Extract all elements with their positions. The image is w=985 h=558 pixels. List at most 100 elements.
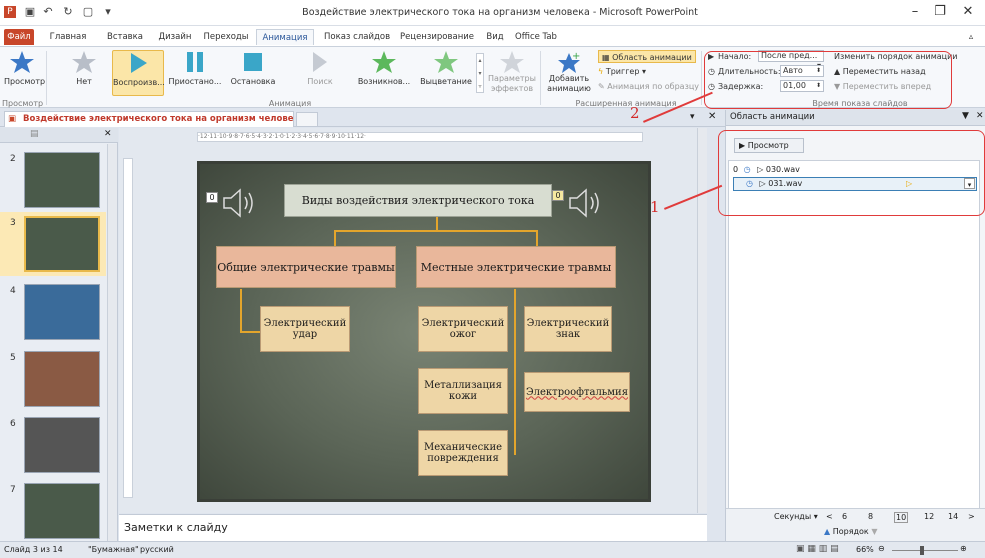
anim-pane-icon: ▦ — [602, 53, 613, 62]
anim-painter-button[interactable]: ✎ Анимация по образцу — [598, 80, 699, 93]
electric-shock-box[interactable]: Электрический удар — [260, 306, 350, 352]
separator — [46, 51, 47, 105]
thumb-header: ▤ ✕ — [0, 128, 118, 143]
anim-fade-button[interactable]: Выцветание — [418, 50, 474, 96]
anim-stop-button[interactable]: Остановка — [228, 50, 278, 96]
annotation-box-pane — [718, 130, 985, 216]
pane-menu-icon[interactable]: ▼ — [962, 111, 969, 121]
zoom-level[interactable]: 66% — [856, 545, 874, 554]
slide-thumb[interactable] — [24, 152, 100, 208]
local-injuries-box[interactable]: Местные электрические травмы — [416, 246, 616, 288]
tab-slideshow[interactable]: Показ слайдов — [324, 29, 390, 45]
annotation-number-1: 1 — [650, 198, 660, 216]
speaker-icon[interactable] — [222, 188, 258, 218]
zoom-slider-thumb[interactable] — [920, 546, 924, 555]
editor-scrollbar[interactable] — [697, 128, 707, 513]
zoom-slider[interactable] — [892, 550, 958, 551]
customize-qat-icon[interactable]: ▾ — [100, 5, 116, 19]
close-icon[interactable]: ✕ — [708, 111, 716, 122]
slide-thumb[interactable] — [24, 284, 100, 340]
anim-appear-button[interactable]: Возникнов... — [356, 50, 412, 96]
slide-canvas: Виды воздействия электрического тока Общ… — [197, 161, 651, 502]
tab-file[interactable]: Файл — [4, 29, 34, 45]
electric-sign-box[interactable]: Электрический знак — [524, 306, 612, 352]
anim-pane-button[interactable]: ▦ Область анимации — [598, 50, 696, 63]
seconds-select[interactable]: Секунды ▾ — [774, 512, 818, 521]
vertical-ruler — [123, 158, 133, 498]
slide-thumb[interactable] — [24, 351, 100, 407]
electric-burn-box[interactable]: Электрический ожог — [418, 306, 508, 352]
anim-none-button[interactable]: Нет — [64, 50, 104, 96]
notes-pane[interactable]: Заметки к слайду — [119, 514, 707, 541]
anim-pause-button[interactable]: Приостано... — [168, 50, 222, 96]
group-label-preview: Просмотр — [2, 99, 44, 108]
tab-insert[interactable]: Вставка — [104, 29, 146, 45]
slide-thumb[interactable] — [24, 417, 100, 473]
close-icon[interactable]: ✕ — [976, 111, 984, 121]
slide-counter: Слайд 3 из 14 — [4, 545, 63, 554]
timeline-back-icon[interactable]: < — [826, 512, 833, 521]
slide-title-box[interactable]: Виды воздействия электрического тока — [284, 184, 552, 217]
thumb-num: 5 — [10, 353, 16, 363]
ribbon-collapse-icon[interactable]: ▵ — [960, 29, 982, 45]
slideshow-icon[interactable]: ▢ — [80, 5, 96, 19]
group-label-animation: Анимация — [268, 99, 312, 108]
tab-design[interactable]: Дизайн — [156, 29, 194, 45]
connector-line — [240, 289, 242, 333]
timeline-forward-icon[interactable]: > — [968, 512, 975, 521]
save-icon[interactable]: ▣ — [22, 5, 38, 19]
metallization-box[interactable]: Металлизация кожи — [418, 368, 508, 414]
view-buttons-icon[interactable]: ▣ ▦ ▥ ▤ — [796, 544, 839, 554]
anim-badge: 0 — [206, 192, 218, 203]
anim-seek-button[interactable]: Поиск — [300, 50, 340, 96]
connector-line — [436, 216, 438, 232]
brush-icon: ✎ — [598, 82, 608, 91]
close-icon[interactable]: ✕ — [958, 4, 978, 22]
powerpoint-logo-icon: P — [4, 6, 16, 18]
tab-animation[interactable]: Анимация — [256, 29, 314, 45]
speaker-icon[interactable] — [568, 188, 604, 218]
connector-line — [536, 230, 538, 246]
restore-icon[interactable]: ❐ — [930, 4, 950, 22]
close-icon[interactable]: ✕ — [104, 129, 112, 139]
title-bar: P ▣ ↶ ↻ ▢ ▾ Воздействие электрического т… — [0, 0, 985, 26]
redo-icon[interactable]: ↻ — [60, 5, 76, 19]
trigger-button[interactable]: ϟ Триггер ▾ — [598, 65, 646, 78]
slide-thumb-selected[interactable] — [24, 216, 100, 272]
pane-header: Область анимации ▼ ✕ — [726, 110, 985, 126]
gallery-scroll-icon[interactable]: ▴ ▾ ▿ — [476, 53, 484, 93]
order-control[interactable]: ▲ Порядок ▼ — [824, 527, 877, 536]
slides-view-icon[interactable]: ▤ — [30, 129, 39, 139]
tick-label: 8 — [868, 512, 874, 521]
minimize-icon[interactable]: – — [905, 4, 925, 22]
tab-view[interactable]: Вид — [484, 29, 506, 45]
dropdown-icon[interactable]: ▾ — [690, 112, 695, 122]
connector-line — [514, 289, 516, 455]
slide-thumb[interactable] — [24, 483, 100, 539]
annotation-box-timing — [704, 51, 952, 109]
add-animation-button[interactable]: + Добавить анимацию — [544, 50, 594, 96]
zoom-in-icon[interactable]: ⊕ — [960, 544, 967, 553]
anim-play-button[interactable]: Воспроизв... — [112, 50, 165, 96]
language[interactable]: русский — [140, 545, 174, 554]
document-tab[interactable]: ▣ Воздействие электрического тока на орг… — [4, 111, 294, 127]
electroophthalmia-box[interactable]: Электроофтальмия — [524, 372, 630, 412]
svg-text:+: + — [572, 51, 580, 62]
slide-thumbnails: ▤ ✕ 2 3 4 5 6 7 — [0, 128, 118, 541]
preview-button[interactable]: Просмотр — [4, 50, 45, 96]
undo-icon[interactable]: ↶ — [40, 5, 56, 19]
tab-home[interactable]: Главная — [44, 29, 92, 45]
effect-params-button[interactable]: Параметры эффектов — [488, 50, 536, 96]
zoom-out-icon[interactable]: ⊖ — [878, 544, 885, 553]
thumb-scrollbar[interactable] — [107, 144, 117, 541]
connector-line — [334, 230, 336, 246]
tab-review[interactable]: Рецензирование — [398, 29, 476, 45]
stop-icon — [244, 53, 262, 71]
mechanical-damage-box[interactable]: Механические повреждения — [418, 430, 508, 476]
effect-star-icon — [500, 51, 524, 73]
new-tab-button[interactable] — [296, 112, 318, 127]
tab-office-tab[interactable]: Office Tab — [512, 29, 560, 45]
tab-transitions[interactable]: Переходы — [202, 29, 250, 45]
general-injuries-box[interactable]: Общие электрические травмы — [216, 246, 396, 288]
star-gray-icon — [72, 51, 96, 73]
